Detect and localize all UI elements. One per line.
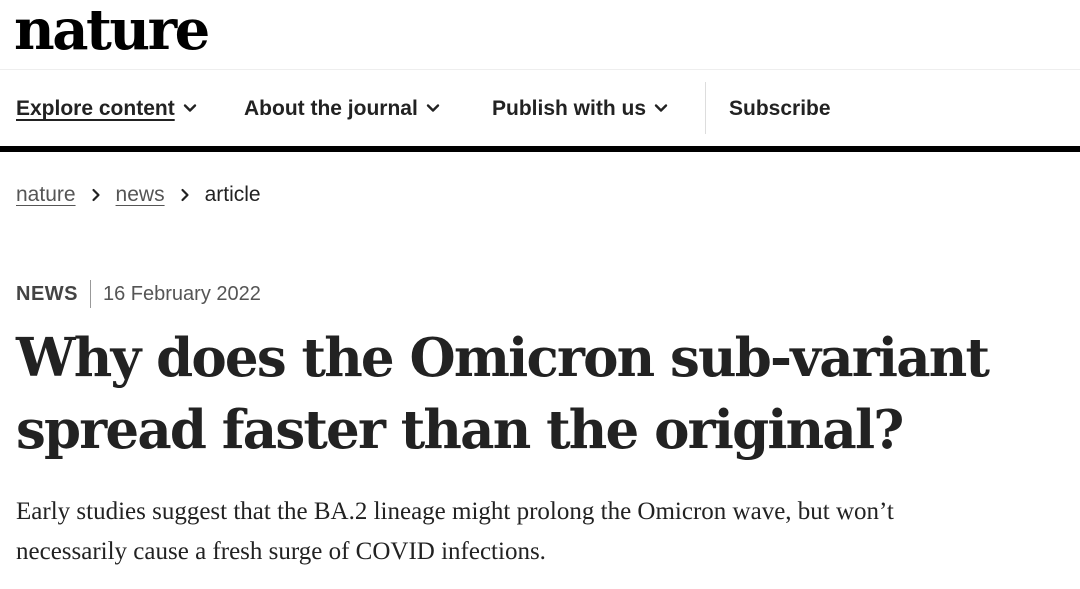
breadcrumb-link-nature[interactable]: nature	[16, 183, 76, 207]
meta-divider	[90, 280, 91, 308]
article-standfirst-line-2: necessarily cause a fresh surge of COVID…	[16, 538, 546, 565]
breadcrumb-link-news[interactable]: news	[116, 183, 165, 207]
header-rule	[0, 146, 1080, 152]
nav-explore-content-label: Explore content	[16, 97, 175, 120]
article-standfirst-line-1: Early studies suggest that the BA.2 line…	[16, 498, 894, 525]
article-meta: NEWS 16 February 2022	[16, 280, 261, 308]
nav-explore-content[interactable]: Explore content	[16, 96, 197, 122]
chevron-down-icon	[426, 104, 440, 112]
article-title-line-2: spread faster than the original?	[16, 399, 904, 461]
nature-logo[interactable]: nature	[14, 0, 210, 62]
logo-bar: nature	[0, 0, 1080, 70]
nav-publish-with-us[interactable]: Publish with us	[492, 96, 668, 122]
nav-about-the-journal-label: About the journal	[244, 97, 418, 120]
article-type-badge: NEWS	[16, 282, 78, 305]
nav-about-the-journal[interactable]: About the journal	[244, 96, 440, 122]
main-nav: Explore content About the journal Publis…	[0, 70, 1080, 146]
breadcrumb-current: article	[204, 183, 261, 206]
chevron-right-icon	[180, 188, 189, 202]
nav-publish-with-us-label: Publish with us	[492, 97, 647, 120]
publish-date: 16 February 2022	[103, 282, 261, 305]
article-title: Why does the Omicron sub-variant spread …	[16, 322, 1066, 466]
chevron-down-icon	[654, 104, 668, 112]
nav-subscribe-label: Subscribe	[729, 97, 831, 120]
article-title-line-1: Why does the Omicron sub-variant	[16, 327, 990, 389]
nav-divider	[705, 82, 706, 134]
nav-subscribe[interactable]: Subscribe	[729, 96, 831, 122]
breadcrumb: nature news article	[16, 182, 261, 208]
article-standfirst: Early studies suggest that the BA.2 line…	[16, 492, 1066, 572]
chevron-right-icon	[91, 188, 100, 202]
chevron-down-icon	[183, 104, 196, 112]
